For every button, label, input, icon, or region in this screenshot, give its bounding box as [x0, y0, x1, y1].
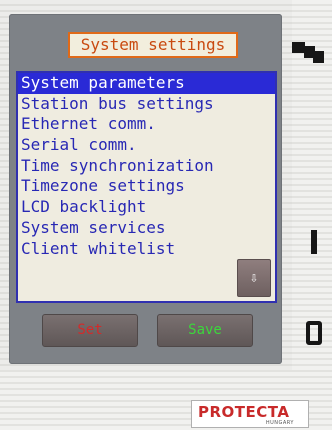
menu-item-timezone-settings[interactable]: Timezone settings: [18, 176, 275, 197]
menu-item-client-whitelist[interactable]: Client whitelist: [18, 239, 275, 260]
menu-item-system-services[interactable]: System services: [18, 218, 275, 239]
menu-key[interactable]: [292, 40, 324, 66]
off-key-glyph: [306, 321, 322, 345]
device-panel: System settings System parameters Statio…: [0, 0, 292, 370]
menu-item-lcd-backlight[interactable]: LCD backlight: [18, 197, 275, 218]
menu-item-station-bus-settings[interactable]: Station bus settings: [18, 94, 275, 115]
screen-title: System settings: [68, 32, 238, 58]
off-key[interactable]: [302, 318, 326, 348]
logo-sub-text: HUNGARY: [265, 420, 294, 426]
logo-brand-text: PROTECTA: [198, 403, 290, 421]
scroll-down-button[interactable]: ⇩: [237, 259, 271, 297]
menu-item-serial-comm[interactable]: Serial comm.: [18, 135, 275, 156]
menu-item-time-synchronization[interactable]: Time synchronization: [18, 156, 275, 177]
on-key[interactable]: [304, 220, 324, 262]
set-button[interactable]: Set: [42, 314, 138, 347]
square-windows-icon: [292, 42, 324, 63]
arrow-down-icon: ⇩: [249, 270, 259, 286]
protecta-logo: PROTECTA HUNGARY: [191, 400, 309, 428]
menu-item-ethernet-comm[interactable]: Ethernet comm.: [18, 114, 275, 135]
settings-menu: System parameters Station bus settings E…: [16, 71, 277, 303]
menu-item-system-parameters[interactable]: System parameters: [18, 73, 275, 94]
save-button[interactable]: Save: [157, 314, 253, 347]
lcd-screen: System settings System parameters Statio…: [9, 14, 282, 364]
on-key-glyph: [311, 230, 317, 254]
